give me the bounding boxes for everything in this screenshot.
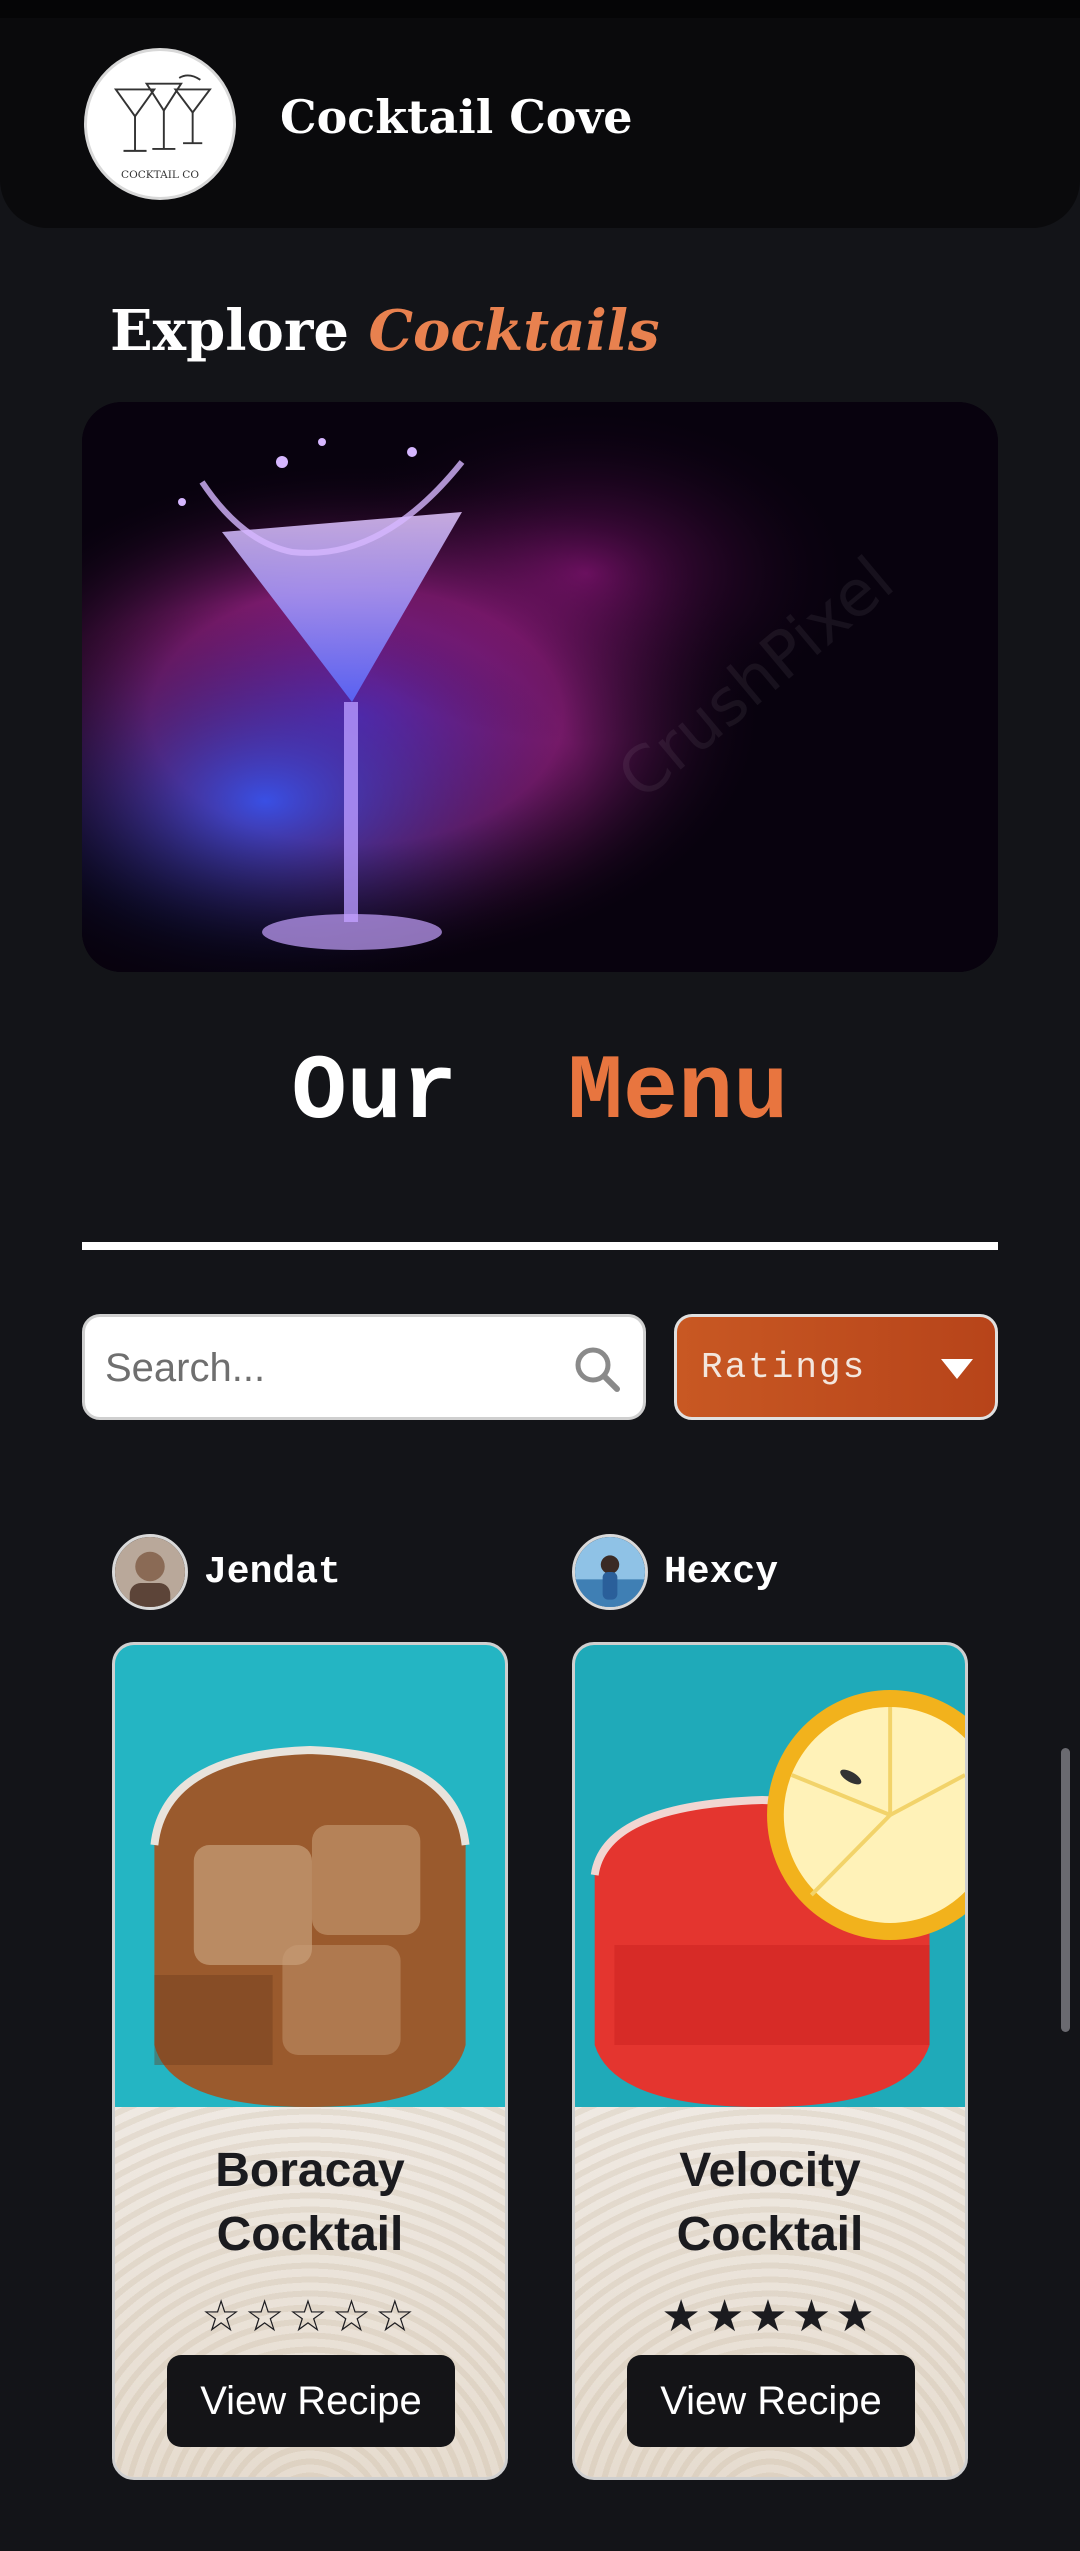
- avatar: [572, 1534, 648, 1610]
- explore-heading: Explore Cocktails: [110, 298, 660, 364]
- star-empty-icon[interactable]: ☆: [201, 2291, 244, 2342]
- search-box: [82, 1314, 646, 1420]
- star-empty-icon[interactable]: ☆: [245, 2291, 288, 2342]
- star-filled-icon[interactable]: ★: [748, 2291, 791, 2342]
- search-input[interactable]: [105, 1337, 545, 1399]
- view-recipe-button[interactable]: View Recipe: [627, 2355, 915, 2447]
- card-title: Velocity Cocktail: [575, 2139, 965, 2267]
- star-rating: ☆☆☆☆☆: [115, 2291, 505, 2342]
- logo-text: COCKTAIL CO: [121, 169, 199, 181]
- ratings-label: Ratings: [701, 1347, 867, 1388]
- app-header: COCKTAIL CO Cocktail Cove: [0, 18, 1080, 228]
- search-icon[interactable]: [569, 1341, 627, 1399]
- hero-image: CrushPixel: [82, 402, 998, 972]
- author-hexcy[interactable]: Hexcy: [572, 1534, 778, 1610]
- star-filled-icon[interactable]: ★: [835, 2291, 878, 2342]
- author-name: Jendat: [204, 1550, 341, 1594]
- star-empty-icon[interactable]: ☆: [375, 2291, 418, 2342]
- star-filled-icon[interactable]: ★: [792, 2291, 835, 2342]
- author-name: Hexcy: [664, 1550, 779, 1594]
- section-divider: [82, 1242, 998, 1250]
- card-title-line1: Boracay: [215, 2144, 405, 2197]
- brand-logo[interactable]: COCKTAIL CO: [84, 48, 236, 200]
- star-rating: ★★★★★: [575, 2291, 965, 2342]
- explore-accent: Cocktails: [368, 298, 660, 364]
- recipe-card-velocity: Velocity Cocktail ★★★★★ View Recipe: [572, 1642, 968, 2480]
- card-title-line2: Cocktail: [216, 2208, 404, 2261]
- brand-name: Cocktail Cove: [280, 90, 633, 144]
- drink-photo: [575, 1645, 965, 2107]
- star-filled-icon[interactable]: ★: [661, 2291, 704, 2342]
- card-title-line1: Velocity: [679, 2144, 861, 2197]
- ratings-dropdown[interactable]: Ratings: [674, 1314, 998, 1420]
- card-body: Boracay Cocktail ☆☆☆☆☆ View Recipe: [115, 2107, 505, 2477]
- scrollbar[interactable]: [1061, 1748, 1070, 2032]
- author-photo: [115, 1537, 185, 1607]
- iced-coffee-image: [115, 1645, 505, 2107]
- caret-down-icon: [941, 1359, 973, 1379]
- menu-word2: Menu: [567, 1040, 789, 1145]
- recipe-card-boracay: Boracay Cocktail ☆☆☆☆☆ View Recipe: [112, 1642, 508, 2480]
- star-filled-icon[interactable]: ★: [705, 2291, 748, 2342]
- star-empty-icon[interactable]: ☆: [288, 2291, 331, 2342]
- author-photo: [575, 1537, 645, 1607]
- card-title: Boracay Cocktail: [115, 2139, 505, 2267]
- card-title-line2: Cocktail: [676, 2208, 864, 2261]
- explore-prefix: Explore: [110, 298, 349, 364]
- drink-photo: [115, 1645, 505, 2107]
- card-body: Velocity Cocktail ★★★★★ View Recipe: [575, 2107, 965, 2477]
- martini-splash-image: CrushPixel: [82, 402, 998, 972]
- author-jendat[interactable]: Jendat: [112, 1534, 341, 1610]
- menu-heading: Our Menu: [0, 1040, 1080, 1145]
- red-cocktail-image: [575, 1645, 965, 2107]
- cocktail-glasses-icon: COCKTAIL CO: [88, 52, 232, 196]
- view-recipe-button[interactable]: View Recipe: [167, 2355, 455, 2447]
- avatar: [112, 1534, 188, 1610]
- star-empty-icon[interactable]: ☆: [332, 2291, 375, 2342]
- status-bar: [0, 0, 1080, 18]
- menu-word1: Our: [291, 1040, 458, 1145]
